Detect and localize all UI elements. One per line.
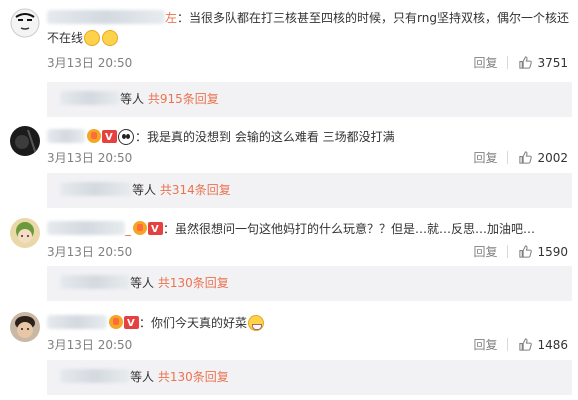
like-count: 3751 xyxy=(537,55,568,70)
like-count: 2002 xyxy=(537,150,568,165)
grin-emoji-icon xyxy=(248,315,265,331)
comment-meta: 3月13日 20:50 回复 1590 xyxy=(47,243,572,260)
emoji-icon xyxy=(84,30,101,46)
sub-people: 等人 xyxy=(130,276,155,290)
vip-badge-icon xyxy=(148,220,163,240)
reply-button[interactable]: 回复 xyxy=(473,336,497,353)
sub-total-link[interactable]: 共915条回复 xyxy=(148,92,219,106)
vip-badge-icon xyxy=(124,314,139,334)
reply-user-blurred xyxy=(60,91,120,105)
divider xyxy=(507,245,509,258)
reply-user-blurred xyxy=(60,369,130,383)
sub-replies-box[interactable]: 等人 共130条回复 xyxy=(47,360,572,395)
comment-content: ：你们今天真的好菜 xyxy=(139,316,248,330)
username-blurred[interactable] xyxy=(47,221,125,235)
medal-badge-icon xyxy=(109,315,123,329)
panda-emoji-icon xyxy=(118,129,134,145)
like-icon[interactable] xyxy=(518,55,533,70)
username-blurred[interactable] xyxy=(47,315,107,329)
username-blurred[interactable] xyxy=(47,10,165,24)
sub-people: 等人 xyxy=(130,370,155,384)
avatar[interactable] xyxy=(10,312,40,342)
comment-text: ：你们今天真的好菜 xyxy=(47,313,572,334)
sub-replies-box[interactable]: 等人 共314条回复 xyxy=(47,173,572,208)
like-icon[interactable] xyxy=(518,244,533,259)
avatar[interactable] xyxy=(10,218,40,248)
sub-total-link[interactable]: 共130条回复 xyxy=(158,370,229,384)
like-count: 1590 xyxy=(537,244,568,259)
divider xyxy=(507,338,509,351)
reply-user-blurred xyxy=(60,275,130,289)
comment-content: ：我是真的没想到 会输的这么难看 三场都没打满 xyxy=(135,130,395,144)
divider xyxy=(507,56,509,69)
emoji-icon xyxy=(102,30,119,46)
medal-badge-icon xyxy=(87,129,101,143)
comment-date: 3月13日 20:50 xyxy=(47,338,133,352)
sub-replies-box[interactable]: 等人 共130条回复 xyxy=(47,266,572,301)
comment-date: 3月13日 20:50 xyxy=(47,56,133,70)
like-icon[interactable] xyxy=(518,337,533,352)
avatar[interactable] xyxy=(10,126,40,156)
reply-button[interactable]: 回复 xyxy=(473,243,497,260)
username-suffix[interactable]: _ xyxy=(125,222,131,236)
vip-badge-icon xyxy=(102,128,117,148)
comment-meta: 3月13日 20:50 回复 3751 xyxy=(47,54,572,71)
sub-people: 等人 xyxy=(120,92,145,106)
reply-button[interactable]: 回复 xyxy=(473,54,497,71)
medal-badge-icon xyxy=(133,221,147,235)
comment-text: ：我是真的没想到 会输的这么难看 三场都没打满 xyxy=(47,127,572,148)
username-suffix[interactable]: 左 xyxy=(165,11,177,25)
comment-date: 3月13日 20:50 xyxy=(47,245,133,259)
comment-date: 3月13日 20:50 xyxy=(47,151,133,165)
comment-text: _ ：虽然很想问一句这他妈打的什么玩意？？但是…就…反思…加油吧… xyxy=(47,219,572,240)
reply-user-blurred xyxy=(60,182,132,196)
reply-button[interactable]: 回复 xyxy=(473,149,497,166)
comment-meta: 3月13日 20:50 回复 2002 xyxy=(47,149,572,166)
avatar[interactable] xyxy=(10,8,40,38)
divider xyxy=(507,151,509,164)
sub-replies-box[interactable]: 等人 共915条回复 xyxy=(47,82,572,117)
sub-total-link[interactable]: 共314条回复 xyxy=(160,183,231,197)
comment-text: 左：当很多队都在打三核甚至四核的时候，只有rng坚持双核，偶尔一个核还不在线 xyxy=(47,8,572,48)
username-blurred[interactable] xyxy=(47,129,85,143)
like-count: 1486 xyxy=(537,337,568,352)
comment-content: ：虽然很想问一句这他妈打的什么玩意？？但是…就…反思…加油吧… xyxy=(163,222,536,236)
sub-people: 等人 xyxy=(132,183,157,197)
like-icon[interactable] xyxy=(518,150,533,165)
sub-total-link[interactable]: 共130条回复 xyxy=(158,276,229,290)
comment-meta: 3月13日 20:50 回复 1486 xyxy=(47,336,572,353)
